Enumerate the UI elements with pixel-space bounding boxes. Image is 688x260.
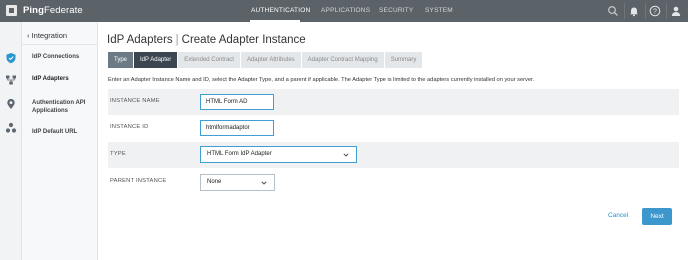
instance-name-input[interactable]: HTML Form AD [200,94,274,110]
title-separator: | [175,34,179,46]
chevron-down-icon [343,153,349,157]
next-button[interactable]: Next [642,208,672,225]
network-icon[interactable] [5,74,17,86]
sidebar-back-link[interactable]: ‹ Integration [27,31,67,40]
nav-tab-applications[interactable]: APPLICATIONS [321,7,370,14]
page-title-section: IdP Adapters [107,34,173,46]
tab-adapter-attributes[interactable]: Adapter Attributes [240,52,301,68]
sidebar-item-idp-default-url[interactable]: IdP Default URL [32,128,96,136]
wizard-tabs: Type IdP Adapter Extended Contract Adapt… [108,52,423,68]
icon-rail [0,22,22,260]
top-divider [624,3,625,19]
nav-tab-security[interactable]: SECURITY [379,7,413,14]
sidebar-back-label: Integration [31,31,68,40]
form-row-parent-instance: PARENT INSTANCE None [108,169,679,195]
sidebar: ‹ Integration IdP Connections IdP Adapte… [22,22,98,260]
page-title: IdP Adapters | Create Adapter Instance [107,34,306,46]
cancel-button[interactable]: Cancel [608,212,628,219]
instance-name-label: INSTANCE NAME [110,98,160,104]
brand-light: Federate [43,5,83,16]
top-navigation-bar: PingFederate AUTHENTICATION APPLICATIONS… [0,0,688,22]
form-row-instance-id: INSTANCE ID htmlformadaptor [108,115,679,141]
ping-logo [6,5,17,16]
tab-adapter-contract-mapping[interactable]: Adapter Contract Mapping [301,52,384,68]
top-divider [666,3,667,19]
bell-icon[interactable] [628,5,640,17]
location-icon[interactable] [5,98,17,110]
cluster-icon[interactable] [5,122,17,134]
parent-instance-select[interactable]: None [200,174,275,191]
nav-tab-authentication[interactable]: AUTHENTICATION [251,7,310,14]
svg-text:?: ? [653,8,657,15]
search-icon[interactable] [607,5,619,17]
sidebar-item-idp-adapters[interactable]: IdP Adapters [32,75,96,83]
form-row-type: TYPE HTML Form IdP Adapter [108,142,679,168]
brand-bold: Ping [23,5,44,16]
sidebar-item-authentication-api-applications[interactable]: Authentication API Applications [32,99,96,115]
tab-idp-adapter[interactable]: IdP Adapter [134,52,178,68]
sidebar-divider [22,44,98,45]
sidebar-item-idp-connections[interactable]: IdP Connections [32,53,96,61]
main-content: IdP Adapters | Create Adapter Instance Typ… [99,22,688,260]
tab-summary[interactable]: Summary [384,52,423,68]
top-divider [645,3,646,19]
page-title-page: Create Adapter Instance [181,34,306,46]
tab-extended-contract[interactable]: Extended Contract [178,52,240,68]
user-icon[interactable] [670,5,682,17]
shield-icon[interactable] [5,52,17,64]
type-select[interactable]: HTML Form IdP Adapter [200,146,357,163]
type-label: TYPE [110,151,126,157]
instance-id-label: INSTANCE ID [110,124,149,130]
instance-id-input[interactable]: htmlformadaptor [200,120,274,136]
tab-type[interactable]: Type [108,52,134,68]
type-select-value: HTML Form IdP Adapter [207,151,272,157]
parent-instance-label: PARENT INSTANCE [110,178,167,184]
brand-name: PingFederate [23,5,83,16]
form-row-instance-name: INSTANCE NAME HTML Form AD [108,89,679,115]
chevron-down-icon [261,181,267,185]
help-icon[interactable]: ? [649,5,661,17]
parent-instance-value: None [207,179,222,185]
intro-text: Enter an Adapter Instance Name and ID, s… [108,77,535,83]
nav-tab-system[interactable]: SYSTEM [425,7,453,14]
